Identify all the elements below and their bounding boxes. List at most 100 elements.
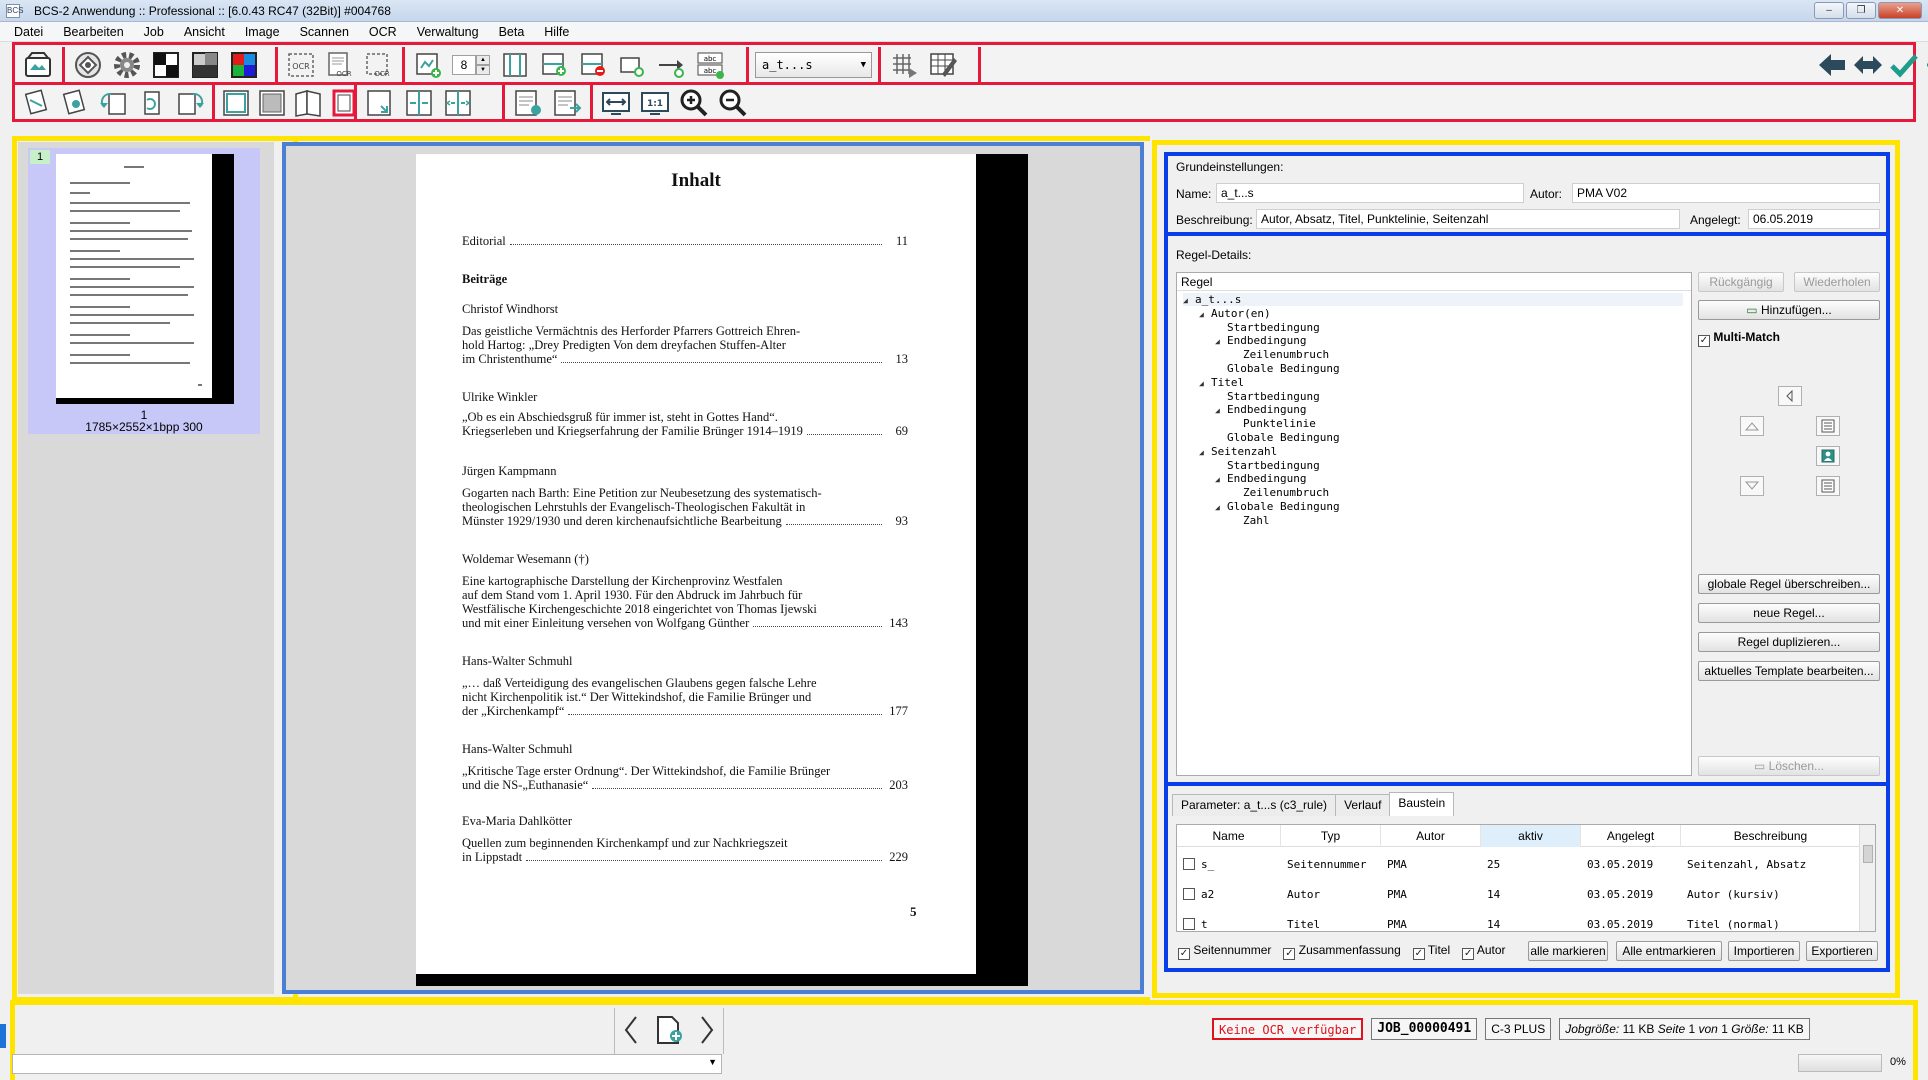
move-up-icon[interactable] (1740, 416, 1764, 436)
table-row[interactable]: a2 Autor PMA 14 03.05.2019 Autor (kursiv) (1177, 879, 1861, 909)
menu-job[interactable]: Job (144, 25, 164, 39)
rule-tree-node[interactable]: Startbedingung (1215, 321, 1320, 334)
menu-beta[interactable]: Beta (499, 25, 525, 39)
multi-match-checkbox[interactable]: ✓ Multi-Match (1698, 330, 1780, 347)
ocr-page-icon[interactable]: OCR (323, 50, 356, 81)
row-checkbox[interactable] (1183, 887, 1195, 900)
col-beschreibung[interactable]: Beschreibung (1681, 825, 1861, 847)
rotate-left-icon[interactable] (97, 88, 129, 119)
rule-tree-node[interactable]: Startbedingung (1215, 459, 1320, 472)
undo-button[interactable]: Rückgängig (1698, 272, 1784, 292)
zoom-slider[interactable] (1798, 1054, 1882, 1072)
spin-up-icon[interactable]: ▲ (476, 55, 490, 65)
document-viewer[interactable]: Inhalt Editorial 11 Beiträge Christof Wi… (282, 142, 1144, 994)
arrow-left-icon[interactable] (1817, 50, 1847, 81)
spin-down-icon[interactable]: ▼ (476, 65, 490, 75)
zone-count-value[interactable]: 8 (452, 55, 476, 75)
thumbnail-item[interactable]: 1 1 1785×2552×1bpp 300 (28, 148, 260, 434)
delete-button[interactable]: ▭ Löschen... (1698, 756, 1880, 776)
description-field[interactable]: Autor, Absatz, Titel, Punktelinie, Seite… (1256, 209, 1680, 229)
filter-titel[interactable]: ✓ Titel (1412, 943, 1450, 960)
rule-tree[interactable]: Regel ◢ a_t...s ◢ Autor(en) Startbedingung ◢ E… (1176, 272, 1692, 776)
page-expand-icon[interactable] (441, 88, 474, 119)
list-detail-icon[interactable] (1816, 476, 1840, 496)
filter-seitennummer[interactable]: ✓ Seitennummer (1178, 943, 1271, 960)
new-rule-button[interactable]: neue Regel... (1698, 603, 1880, 623)
table-scrollbar[interactable] (1859, 825, 1875, 931)
book-pages-icon[interactable] (293, 88, 323, 119)
doc-export-icon[interactable] (550, 88, 583, 119)
page-split-icon[interactable] (363, 88, 396, 119)
crop-border-icon[interactable] (329, 88, 359, 119)
move-left-icon[interactable] (1778, 386, 1802, 406)
grid-play-icon[interactable] (887, 50, 920, 81)
filter-autor[interactable]: ✓ Autor (1462, 943, 1506, 960)
fit-width-icon[interactable] (599, 88, 632, 119)
filter-seitennummer-check-icon[interactable]: ✓ (1178, 947, 1190, 960)
rule-tree-node[interactable]: Globale Bedingung (1215, 362, 1340, 375)
tab-baustein[interactable]: Baustein (1389, 792, 1455, 816)
split-columns-icon[interactable] (498, 50, 531, 81)
rule-tree-node[interactable]: ◢ Seitenzahl (1199, 445, 1277, 458)
tree-expand-icon[interactable]: ◢ (1215, 475, 1227, 484)
mark-all-button[interactable]: alle markieren (1528, 941, 1608, 961)
multi-match-check-icon[interactable]: ✓ (1698, 335, 1710, 347)
col-aktiv[interactable]: aktiv (1481, 825, 1581, 847)
import-button[interactable]: Importieren (1728, 941, 1800, 961)
col-autor[interactable]: Autor (1381, 825, 1481, 847)
text-abc-icon[interactable]: abc abc (693, 50, 726, 81)
menu-bearbeiten[interactable]: Bearbeiten (63, 25, 123, 39)
actual-size-icon[interactable]: 1:1 (638, 88, 671, 119)
menu-datei[interactable]: Datei (14, 25, 43, 39)
ocr-region-icon[interactable]: OCR (362, 50, 395, 81)
rule-tree-node[interactable]: ◢ Titel (1199, 376, 1244, 389)
deskew-icon[interactable] (21, 88, 53, 119)
remove-line-icon[interactable] (576, 50, 609, 81)
created-field[interactable]: 06.05.2019 (1748, 209, 1880, 229)
menu-image[interactable]: Image (245, 25, 280, 39)
grid-edit-icon[interactable] (926, 50, 959, 81)
rule-tree-node[interactable]: ◢ Globale Bedingung (1215, 500, 1340, 513)
deskew-auto-icon[interactable] (59, 88, 91, 119)
user-node-icon[interactable] (1816, 446, 1840, 466)
add-page-icon[interactable] (654, 1014, 684, 1049)
filter-autor-check-icon[interactable]: ✓ (1462, 947, 1475, 960)
next-page-icon[interactable] (699, 1015, 715, 1048)
author-field[interactable]: PMA V02 (1572, 183, 1880, 203)
frame-outer-icon[interactable] (221, 88, 251, 119)
settings-gear-icon[interactable] (110, 50, 143, 81)
duplicate-rule-button[interactable]: Regel duplizieren... (1698, 632, 1880, 652)
menu-ocr[interactable]: OCR (369, 25, 397, 39)
tree-expand-icon[interactable]: ◢ (1199, 379, 1211, 388)
rule-tree-node[interactable]: Punktelinie (1231, 417, 1316, 430)
color-icon[interactable] (227, 50, 260, 81)
tab-verlauf[interactable]: Verlauf (1335, 794, 1391, 816)
redo-button[interactable]: Wiederholen (1794, 272, 1880, 292)
tree-expand-icon[interactable]: ◢ (1215, 406, 1227, 415)
process-icon[interactable] (71, 50, 104, 81)
open-job-icon[interactable] (21, 50, 54, 81)
tree-expand-icon[interactable]: ◢ (1199, 310, 1211, 319)
override-global-rule-button[interactable]: globale Regel überschreiben... (1698, 574, 1880, 594)
unmark-all-button[interactable]: Alle entmarkieren (1616, 941, 1722, 961)
menu-ansicht[interactable]: Ansicht (184, 25, 225, 39)
move-down-icon[interactable] (1740, 476, 1764, 496)
thumbnail-image[interactable] (56, 154, 234, 404)
rule-tree-node[interactable]: ◢ Endbedingung (1215, 403, 1306, 416)
menu-hilfe[interactable]: Hilfe (544, 25, 569, 39)
table-cell[interactable]: a2 (1177, 887, 1281, 901)
add-button[interactable]: ▭ Hinzufügen... (1698, 300, 1880, 320)
rule-tree-node[interactable]: ◢ Autor(en) (1199, 307, 1271, 320)
col-angelegt[interactable]: Angelegt (1581, 825, 1681, 847)
page-center-icon[interactable] (402, 88, 435, 119)
link-zone-icon[interactable] (654, 50, 687, 81)
table-cell[interactable]: t (1177, 917, 1281, 931)
tree-expand-icon[interactable]: ◢ (1183, 296, 1195, 305)
row-checkbox[interactable] (1183, 857, 1195, 870)
tree-expand-icon[interactable]: ◢ (1215, 503, 1227, 512)
rule-tree-node[interactable]: Zahl (1231, 514, 1270, 527)
rule-tree-node[interactable]: Startbedingung (1215, 390, 1320, 403)
table-scroll-thumb[interactable] (1863, 845, 1873, 863)
bottom-select[interactable]: ▼ (12, 1054, 722, 1074)
building-block-table[interactable]: Name Typ Autor aktiv Angelegt Beschreibu… (1176, 824, 1876, 932)
